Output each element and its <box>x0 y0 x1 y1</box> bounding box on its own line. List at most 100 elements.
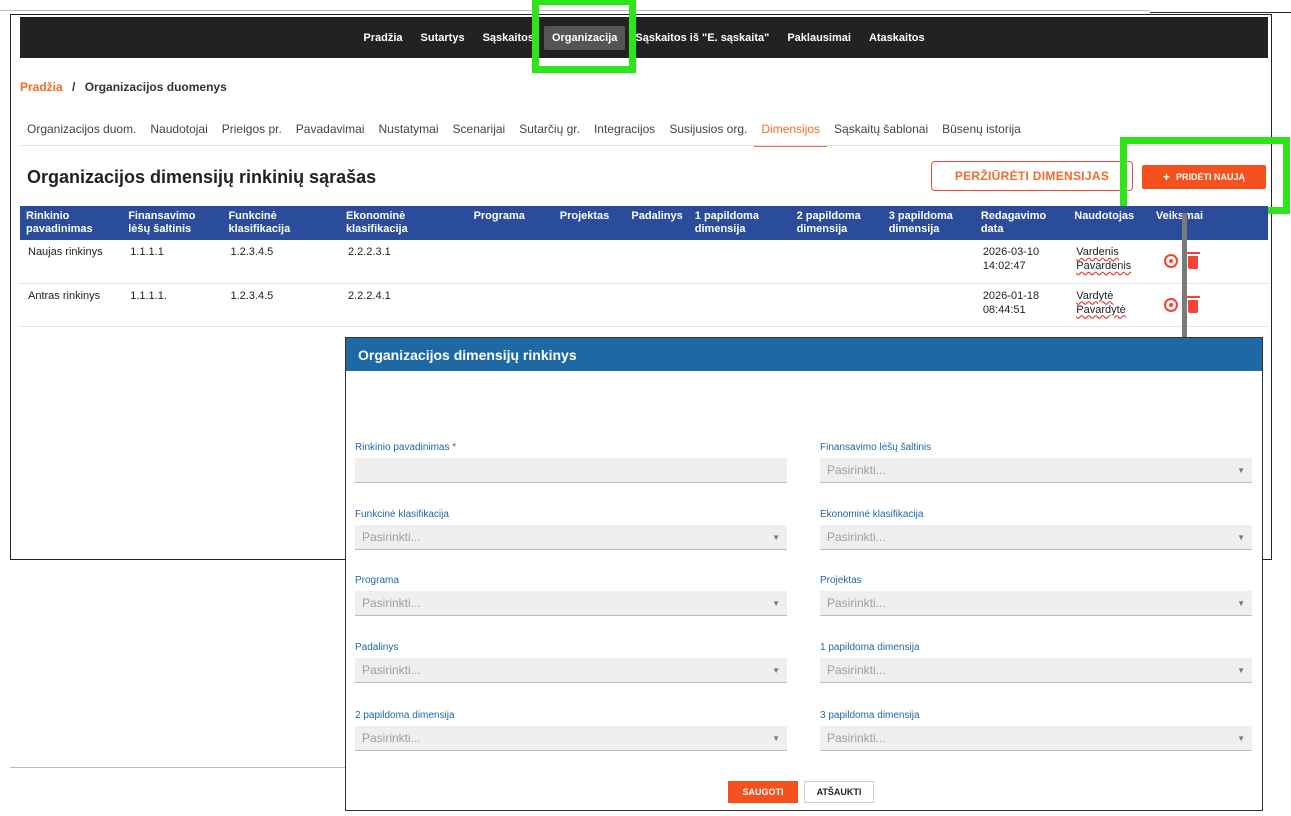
nav-item-esaskaita[interactable]: Sąskaitos iš "E. sąskaita" <box>627 26 777 50</box>
highlight-box-organizacija <box>532 0 636 73</box>
cell-actions <box>1149 240 1268 284</box>
field-program: Programa Pasirinkti... ▼ <box>355 575 787 616</box>
select-placeholder: Pasirinkti... <box>362 530 421 544</box>
save-button[interactable]: SAUGOTI <box>728 781 798 803</box>
col-header-name[interactable]: Rinkinio pavadinimas <box>20 206 123 240</box>
select-placeholder: Pasirinkti... <box>827 463 886 477</box>
tab-prieigos-pr[interactable]: Prieigos pr. <box>215 119 289 147</box>
select-placeholder: Pasirinkti... <box>827 663 886 677</box>
trash-icon[interactable] <box>1185 295 1200 313</box>
col-header-unit[interactable]: Padalinys <box>625 206 689 240</box>
cell-date-time: 14:02:47 <box>982 260 1026 272</box>
funding-source-select[interactable]: Pasirinkti... ▼ <box>820 458 1252 483</box>
tab-sutarciu-gr[interactable]: Sutarčių gr. <box>512 119 587 147</box>
nav-item-pradzia[interactable]: Pradžia <box>355 26 410 50</box>
table-row[interactable]: Naujas rinkinys 1.1.1.1 1.2.3.4.5 2.2.2.… <box>20 240 1268 284</box>
cell-dim2 <box>790 240 883 284</box>
eye-icon[interactable] <box>1163 254 1178 268</box>
dimension-sets-table: Rinkinio pavadinimas Finansavimo lėšų ša… <box>20 206 1268 327</box>
field-dim2: 2 papildoma dimensija Pasirinkti... ▼ <box>355 710 787 751</box>
col-header-user[interactable]: Naudotojas <box>1068 206 1150 240</box>
col-header-economic[interactable]: Ekonominė klasifikacija <box>339 206 454 240</box>
tab-saskaitu-sablonai[interactable]: Sąskaitų šablonai <box>827 119 935 147</box>
cancel-button[interactable]: ATŠAUKTI <box>804 781 874 803</box>
caret-down-icon: ▼ <box>772 733 780 743</box>
tab-scenarijai[interactable]: Scenarijai <box>446 119 513 147</box>
tab-dimensijos[interactable]: Dimensijos <box>754 119 828 147</box>
cell-dim2 <box>790 283 883 327</box>
cell-actions <box>1149 283 1268 327</box>
field-label: Rinkinio pavadinimas * <box>355 442 457 453</box>
dialog-title: Organizacijos dimensijų rinkinys <box>346 338 1262 371</box>
highlight-box-add-new <box>1120 137 1290 214</box>
field-project: Projektas Pasirinkti... ▼ <box>820 575 1252 616</box>
project-select[interactable]: Pasirinkti... ▼ <box>820 591 1252 616</box>
eye-icon[interactable] <box>1163 297 1178 312</box>
view-dimensions-button[interactable]: PERŽIŪRĖTI DIMENSIJAS <box>931 161 1133 191</box>
main-navbar: Pradžia Sutartys Sąskaitos Organizacija … <box>20 17 1268 58</box>
col-header-program[interactable]: Programa <box>453 206 554 240</box>
tabs-divider <box>20 145 1268 146</box>
cell-date-time: 08:44:51 <box>982 303 1026 316</box>
cell-economic: 2.2.2.4.1 <box>339 283 454 327</box>
col-header-source[interactable]: Finansavimo lėšų šaltinis <box>122 206 223 240</box>
caret-down-icon: ▼ <box>1237 598 1245 608</box>
cell-date: 2026-01-18 08:44:51 <box>974 283 1069 327</box>
field-dim1: 1 papildoma dimensija Pasirinkti... ▼ <box>820 642 1252 683</box>
nav-item-paklausimai[interactable]: Paklausimai <box>779 26 859 50</box>
col-header-functional[interactable]: Funkcinė klasifikacija <box>222 206 340 240</box>
dim2-select[interactable]: Pasirinkti... ▼ <box>355 726 787 751</box>
bottom-divider <box>10 767 345 768</box>
nav-item-sutartys[interactable]: Sutartys <box>413 26 473 50</box>
field-dim3: 3 papildoma dimensija Pasirinkti... ▼ <box>820 710 1252 751</box>
cell-project <box>553 283 626 327</box>
table-row[interactable]: Antras rinkinys 1.1.1.1. 1.2.3.4.5 2.2.2… <box>20 283 1268 327</box>
col-header-dim1[interactable]: 1 papildoma dimensija <box>688 206 791 240</box>
field-label: 1 papildoma dimensija <box>820 642 920 653</box>
nav-item-ataskaitos[interactable]: Ataskaitos <box>861 26 933 50</box>
tab-nustatymai[interactable]: Nustatymai <box>372 119 446 147</box>
tab-naudotojai[interactable]: Naudotojai <box>143 119 214 147</box>
unit-select[interactable]: Pasirinkti... ▼ <box>355 658 787 683</box>
cell-user: Vardytė Pavardytė <box>1068 283 1150 327</box>
field-label: Programa <box>355 575 399 586</box>
set-name-input[interactable] <box>355 458 787 483</box>
breadcrumb-separator: / <box>72 80 76 94</box>
field-unit: Padalinys Pasirinkti... ▼ <box>355 642 787 683</box>
tab-pavadavimai[interactable]: Pavadavimai <box>289 119 372 147</box>
organization-tabs: Organizacijos duom. Naudotojai Prieigos … <box>20 119 1028 147</box>
cell-user-name: Vardenis Pavardenis <box>1076 246 1132 272</box>
cell-user: Vardenis Pavardenis <box>1068 240 1150 284</box>
select-placeholder: Pasirinkti... <box>827 731 886 745</box>
field-label: 3 papildoma dimensija <box>820 710 920 721</box>
cell-project <box>553 240 626 284</box>
col-header-actions: Veiksmai <box>1149 206 1268 240</box>
tab-integracijos[interactable]: Integracijos <box>587 119 662 147</box>
select-placeholder: Pasirinkti... <box>362 731 421 745</box>
caret-down-icon: ▼ <box>772 598 780 608</box>
field-label: Padalinys <box>355 642 399 653</box>
page-title: Organizacijos dimensijų rinkinių sąrašas <box>27 167 377 187</box>
dim1-select[interactable]: Pasirinkti... ▼ <box>820 658 1252 683</box>
caret-down-icon: ▼ <box>772 665 780 675</box>
trash-icon[interactable] <box>1185 252 1200 269</box>
tab-organizacijos-duom[interactable]: Organizacijos duom. <box>20 119 143 147</box>
cell-functional: 1.2.3.4.5 <box>222 283 340 327</box>
cell-user-name: Vardytė Pavardytė <box>1076 289 1126 316</box>
cell-date: 2026-03-10 14:02:47 <box>974 240 1069 284</box>
col-header-dim3[interactable]: 3 papildoma dimensija <box>882 206 975 240</box>
breadcrumb-home[interactable]: Pradžia <box>20 80 63 94</box>
select-placeholder: Pasirinkti... <box>362 596 421 610</box>
economic-select[interactable]: Pasirinkti... ▼ <box>820 525 1252 550</box>
tab-busenu-istorija[interactable]: Būsenų istorija <box>935 119 1028 147</box>
breadcrumb: Pradžia / Organizacijos duomenys <box>20 80 227 94</box>
functional-select[interactable]: Pasirinkti... ▼ <box>355 525 787 550</box>
col-header-date[interactable]: Redagavimo data <box>974 206 1069 240</box>
tab-susijusios-org[interactable]: Susijusios org. <box>662 119 754 147</box>
program-select[interactable]: Pasirinkti... ▼ <box>355 591 787 616</box>
dim3-select[interactable]: Pasirinkti... ▼ <box>820 726 1252 751</box>
col-header-dim2[interactable]: 2 papildoma dimensija <box>790 206 883 240</box>
cell-dim3 <box>882 240 975 284</box>
select-placeholder: Pasirinkti... <box>827 530 886 544</box>
col-header-project[interactable]: Projektas <box>553 206 626 240</box>
